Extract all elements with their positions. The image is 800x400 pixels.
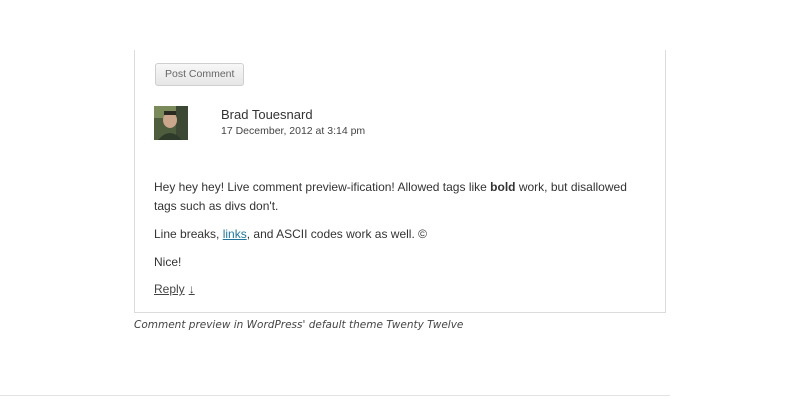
paragraph-1-text-start: Hey hey hey! Live comment preview-ificat… xyxy=(154,180,491,194)
comment-timestamp: 17 December, 2012 at 3:14 pm xyxy=(221,125,366,137)
links-link[interactable]: links xyxy=(223,227,247,241)
down-arrow-icon: ↓ xyxy=(188,282,195,296)
comment-paragraph-2: Line breaks, links, and ASCII codes work… xyxy=(154,225,650,244)
reply-link[interactable]: Reply ↓ xyxy=(154,282,195,296)
page: Post Comment Brad Touesnard 17 December,… xyxy=(0,0,800,400)
bottom-divider xyxy=(0,395,670,396)
paragraph-2-text-end: , and ASCII codes work as well. © xyxy=(246,227,427,241)
bold-text: bold xyxy=(490,180,516,194)
paragraph-2-text-start: Line breaks, xyxy=(154,227,223,241)
figure-caption: Comment preview in WordPress' default th… xyxy=(134,319,464,331)
post-comment-button[interactable]: Post Comment xyxy=(155,63,245,86)
reply-label: Reply xyxy=(154,282,185,296)
avatar-photo xyxy=(154,106,188,140)
comment-preview-box: Post Comment Brad Touesnard 17 December,… xyxy=(134,50,666,313)
avatar xyxy=(154,106,188,140)
comment-paragraph-3: Nice! xyxy=(154,255,182,269)
comment-author: Brad Touesnard xyxy=(221,107,313,122)
comment-paragraph-1: Hey hey hey! Live comment preview-ificat… xyxy=(154,178,650,216)
comment-body: Hey hey hey! Live comment preview-ificat… xyxy=(154,178,650,281)
